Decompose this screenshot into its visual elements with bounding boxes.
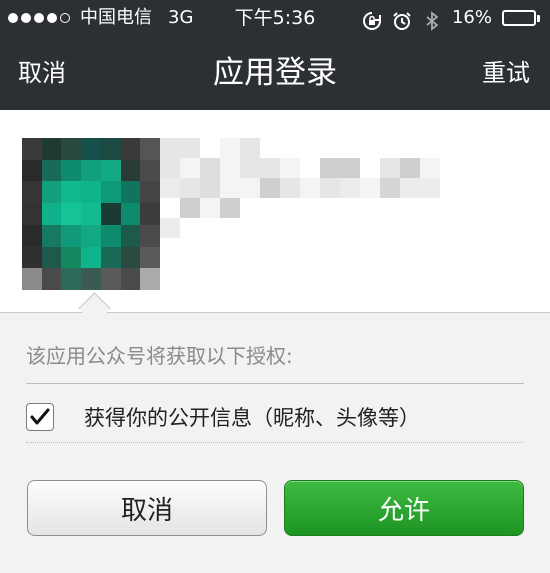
permission-label: 获得你的公开信息（昵称、头像等） <box>84 406 420 430</box>
bluetooth-icon <box>422 8 442 31</box>
navigation-bar: 取消 应用登录 重试 <box>0 36 550 110</box>
permission-dotted-divider <box>26 442 524 443</box>
rotation-lock-icon <box>362 8 382 30</box>
app-avatar <box>22 138 160 290</box>
cancel-button[interactable]: 取消 <box>27 480 267 536</box>
nav-retry-button[interactable]: 重试 <box>482 36 530 110</box>
permission-title: 该应用公众号将获取以下授权: <box>26 344 293 368</box>
checkmark-icon <box>30 408 50 425</box>
battery-percent: 16% <box>451 7 492 28</box>
allow-button[interactable]: 允许 <box>284 480 524 536</box>
app-name-pixelated <box>160 138 440 238</box>
top-bar: 中国电信 3G 下午5:36 16% 取消 应用登录 重试 <box>0 0 550 110</box>
page-title: 应用登录 <box>213 55 337 91</box>
status-bar: 中国电信 3G 下午5:36 16% <box>0 0 550 36</box>
permission-checkbox[interactable] <box>26 403 54 431</box>
battery-icon <box>502 10 540 26</box>
app-info-panel <box>0 110 550 312</box>
alarm-icon <box>392 8 412 30</box>
permission-divider <box>26 383 524 384</box>
permission-item[interactable]: 获得你的公开信息（昵称、头像等） <box>26 396 524 438</box>
status-right: 16% <box>362 0 540 36</box>
